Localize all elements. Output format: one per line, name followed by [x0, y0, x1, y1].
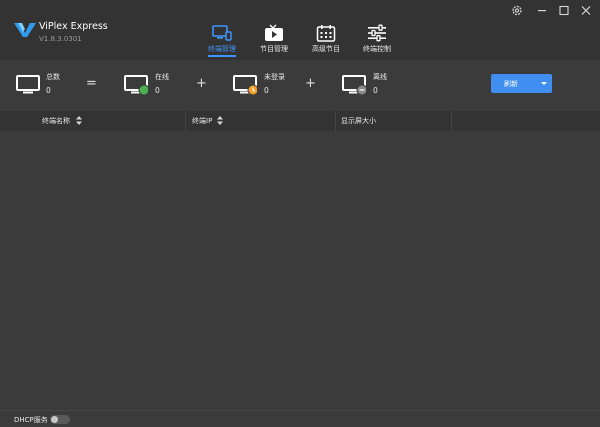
- column-header-terminal-ip[interactable]: 终端IP: [192, 111, 212, 131]
- app-name: ViPlex Express: [39, 21, 108, 32]
- app-window: ViPlex Express V1.8.3.0301 终端管理 节目管理 高级节…: [0, 0, 600, 427]
- active-tab-indicator: [208, 55, 236, 57]
- header-bar: ViPlex Express V1.8.3.0301 终端管理 节目管理 高级节…: [0, 0, 600, 60]
- total-label: 总数: [46, 73, 60, 81]
- tab-label: 节目管理: [260, 45, 288, 53]
- footer-bar: DHCP服务: [0, 410, 600, 427]
- tab-terminal-control[interactable]: 终端控制: [350, 22, 404, 58]
- dhcp-service-label: DHCP服务: [14, 416, 48, 424]
- sort-icon[interactable]: [217, 116, 223, 125]
- monitor-offline-icon: [342, 75, 366, 96]
- offline-count: 0: [373, 86, 378, 95]
- refresh-label: 刷新: [504, 80, 518, 88]
- plus-operator: +: [305, 76, 316, 91]
- close-icon[interactable]: [579, 4, 593, 17]
- toggle-knob: [51, 416, 58, 423]
- terminal-table-body: [0, 131, 600, 409]
- tab-program-management[interactable]: 节目管理: [247, 22, 301, 58]
- sliders-icon: [368, 24, 386, 42]
- not-logged-in-label: 未登录: [264, 73, 285, 81]
- column-header-terminal-name[interactable]: 终端名称: [42, 111, 70, 131]
- app-version: V1.8.3.0301: [39, 35, 82, 43]
- offline-label: 离线: [373, 73, 387, 81]
- monitor-not-logged-in-icon: [233, 75, 257, 96]
- column-divider[interactable]: [185, 111, 186, 131]
- monitor-icon: [16, 75, 40, 94]
- play-icon: [265, 24, 283, 41]
- total-count: 0: [46, 86, 51, 95]
- plus-operator: +: [196, 76, 207, 91]
- dhcp-service-toggle[interactable]: [50, 415, 70, 424]
- terminal-manage-icon: [212, 25, 232, 41]
- tab-advanced-program[interactable]: 高级节目: [299, 22, 353, 58]
- monitor-online-icon: [124, 75, 148, 96]
- tab-label: 终端管理: [208, 45, 236, 53]
- refresh-button[interactable]: 刷新: [491, 74, 552, 93]
- gear-icon[interactable]: [510, 4, 524, 17]
- viplex-logo-icon: [14, 23, 36, 37]
- column-divider[interactable]: [335, 111, 336, 131]
- column-header-screen-size[interactable]: 显示屏大小: [341, 111, 376, 131]
- equals-operator: =: [86, 76, 97, 91]
- calendar-icon: [316, 25, 336, 42]
- tab-terminal-management[interactable]: 终端管理: [195, 22, 249, 58]
- column-divider[interactable]: [451, 111, 452, 131]
- chevron-down-icon[interactable]: [541, 82, 547, 85]
- tab-label: 高级节目: [312, 45, 340, 53]
- maximize-icon[interactable]: [557, 4, 571, 17]
- minimize-icon[interactable]: [535, 4, 549, 17]
- online-label: 在线: [155, 73, 169, 81]
- terminal-table-header: 终端名称 终端IP 显示屏大小: [0, 111, 600, 131]
- tab-label: 终端控制: [363, 45, 391, 53]
- not-logged-in-count: 0: [264, 86, 269, 95]
- online-count: 0: [155, 86, 160, 95]
- sort-icon[interactable]: [76, 116, 82, 125]
